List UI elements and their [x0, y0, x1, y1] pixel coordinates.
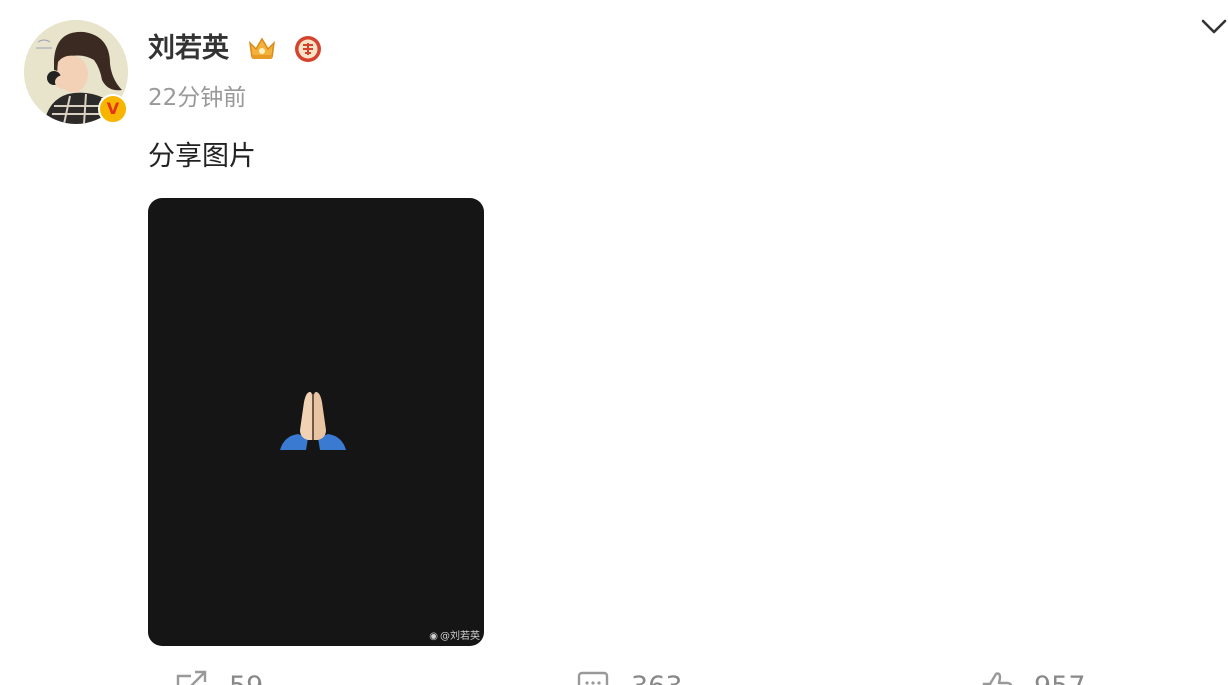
watermark-text: @刘若英 [440, 631, 480, 642]
repost-button[interactable]: 59 [175, 670, 263, 685]
comment-icon [577, 671, 609, 685]
verified-vip-badge: V [98, 94, 128, 124]
post-image[interactable]: ◉ @刘若英 [148, 198, 484, 646]
thumbs-up-icon [982, 672, 1013, 685]
image-watermark: ◉ @刘若英 [429, 631, 480, 643]
repost-icon [176, 670, 207, 685]
author-name[interactable]: 刘若英 [148, 30, 229, 68]
like-button[interactable]: 957 [980, 670, 1086, 685]
repost-count: 59 [229, 672, 263, 685]
fan-badge-icon[interactable] [294, 35, 322, 63]
folded-hands-emoji [280, 392, 346, 450]
crown-icon[interactable] [247, 33, 277, 63]
comment-button[interactable]: 363 [577, 670, 683, 685]
vip-badge-letter: V [106, 99, 120, 118]
weibo-logo-icon: ◉ [429, 631, 438, 642]
like-count: 957 [1034, 672, 1086, 685]
post-text: 分享图片 [148, 141, 256, 172]
weibo-post: V 刘若英 22分钟前 分享图片 ◉ @刘若英 [0, 0, 1228, 685]
post-timestamp: 22分钟前 [148, 85, 247, 111]
comment-count: 363 [631, 672, 683, 685]
chevron-down-icon[interactable] [1200, 16, 1228, 38]
